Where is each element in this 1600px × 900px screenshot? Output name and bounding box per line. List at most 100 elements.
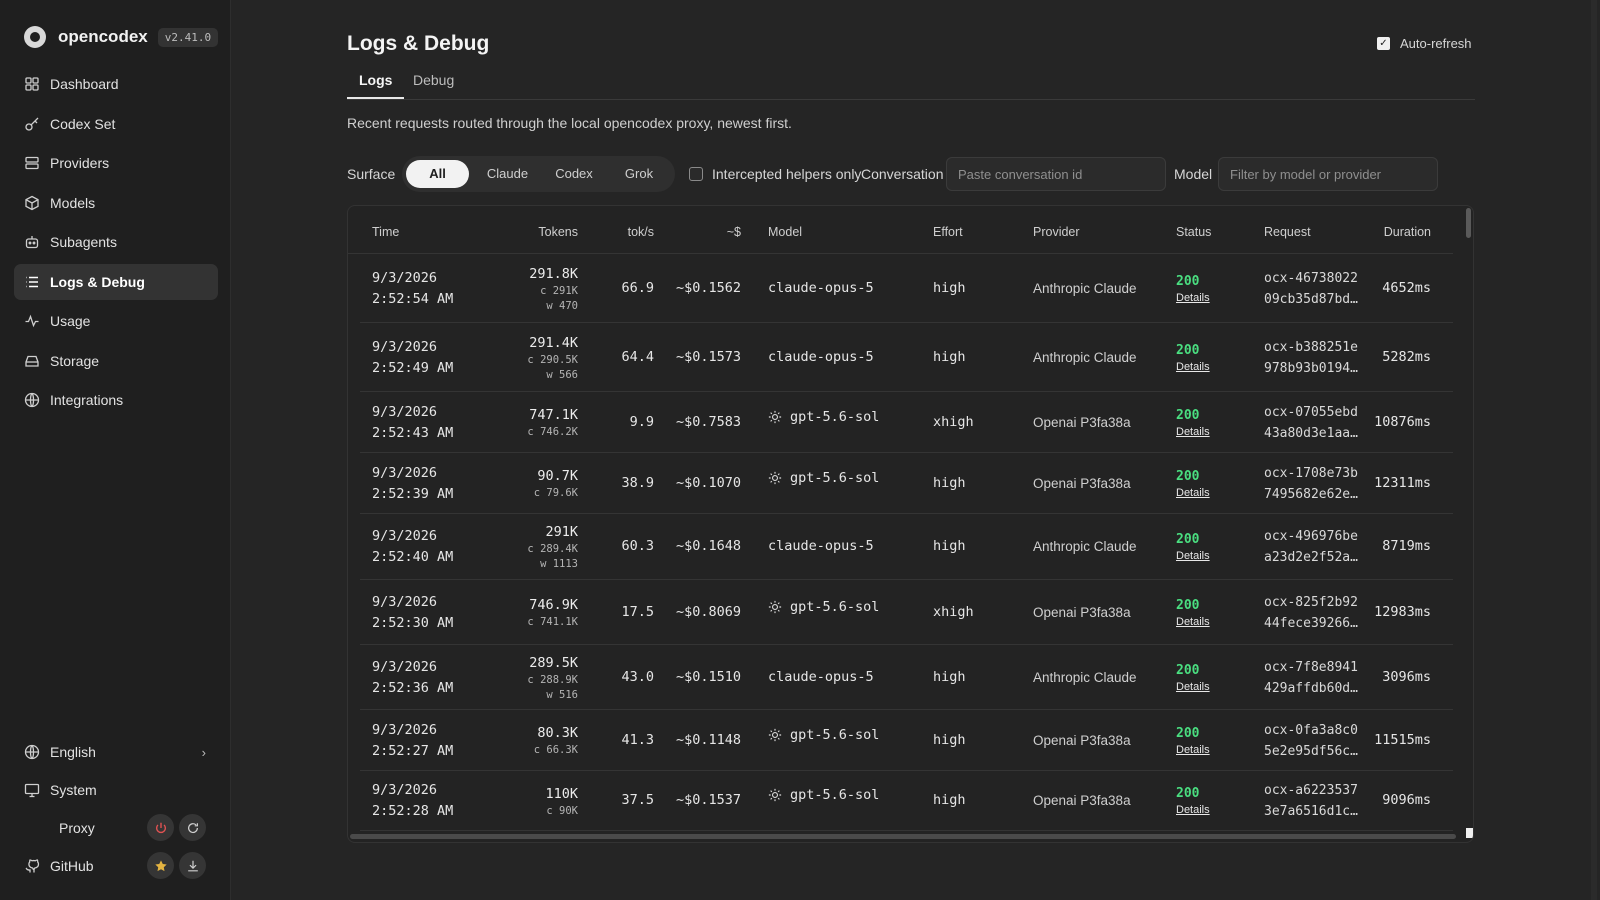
- request-cell: ocx-b388251e 978b93b0194…: [1264, 337, 1358, 379]
- surface-option-grok[interactable]: Grok: [608, 160, 670, 188]
- request-cell: ocx-07055ebd 43a80d3e1aa…: [1264, 402, 1358, 444]
- proxy-restart-button[interactable]: [179, 814, 206, 841]
- duration-cell: 8719ms: [1382, 538, 1431, 554]
- sidebar-item-dashboard[interactable]: Dashboard: [14, 66, 218, 102]
- table-row[interactable]: 9/3/2026 2:52:54 AM 291.8K c 291K w 470 66.9 ~…: [360, 254, 1453, 323]
- model-label: Model: [1174, 166, 1213, 182]
- request-id-line-2: a23d2e2f52a…: [1264, 550, 1358, 565]
- request-id-line-2: 3e7a6516d1c…: [1264, 804, 1358, 819]
- details-link[interactable]: Details: [1176, 487, 1210, 499]
- proxy-power-button[interactable]: [147, 814, 174, 841]
- table-row[interactable]: 9/3/2026 2:52:43 AM 747.1K c 746.2K 9.9 ~$0.7…: [360, 392, 1453, 453]
- details-link[interactable]: Details: [1176, 361, 1210, 373]
- conversation-input[interactable]: [946, 157, 1166, 191]
- details-link[interactable]: Details: [1176, 681, 1210, 693]
- table-row[interactable]: 9/3/2026 2:52:36 AM 289.5K c 288.9K w 516 43.…: [360, 645, 1453, 710]
- github-download-button[interactable]: [179, 852, 206, 879]
- sidebar-item-subagents[interactable]: Subagents: [14, 224, 218, 260]
- sidebar-item-storage[interactable]: Storage: [14, 343, 218, 379]
- details-link[interactable]: Details: [1176, 804, 1210, 816]
- tokens-cell: 747.1K c 746.2K: [498, 405, 578, 440]
- model-cell: claude-opus-5: [768, 538, 874, 554]
- page-scrollbar[interactable]: [1591, 0, 1597, 900]
- provider-cell: Anthropic Claude: [1033, 349, 1137, 365]
- sidebar-item-usage[interactable]: Usage: [14, 303, 218, 339]
- model-cell: gpt-5.6-sol: [768, 409, 879, 425]
- sidebar-item-models[interactable]: Models: [14, 185, 218, 221]
- main-content: Logs & Debug ✓ Auto-refresh Logs Debug R…: [347, 0, 1475, 900]
- github-star-button[interactable]: [147, 852, 174, 879]
- details-link[interactable]: Details: [1176, 616, 1210, 628]
- sun-icon: [768, 471, 782, 485]
- table-row[interactable]: 9/3/2026 2:52:27 AM 80.3K c 66.3K 41.3 ~$0.11…: [360, 710, 1453, 771]
- tokens-cached: c 291K: [540, 284, 578, 297]
- duration-cell: 4652ms: [1382, 279, 1431, 296]
- request-id-line-1: ocx-a6223537: [1264, 783, 1358, 798]
- request-cell: ocx-496976be a23d2e2f52a…: [1264, 526, 1358, 568]
- cost-cell: ~$0.1148: [675, 731, 741, 748]
- sidebar-item-logs-debug[interactable]: Logs & Debug: [14, 263, 218, 300]
- scroll-corner: [1466, 828, 1473, 838]
- tokens-total: 291K: [545, 524, 578, 540]
- horizontal-scrollbar[interactable]: [350, 834, 1456, 839]
- table-row[interactable]: 9/3/2026 2:52:40 AM 291K c 289.4K w 1113 60.3…: [360, 514, 1453, 580]
- tokens-cell: 80.3K c 66.3K: [498, 723, 578, 758]
- tokens-cached: c 746.2K: [527, 426, 578, 438]
- surface-option-codex[interactable]: Codex: [542, 160, 606, 188]
- key-icon: [24, 116, 40, 132]
- details-link[interactable]: Details: [1176, 744, 1210, 756]
- system-label: System: [50, 782, 97, 798]
- table-row[interactable]: 9/3/2026 2:52:30 AM 746.9K c 741.1K 17.5 ~$0.…: [360, 580, 1453, 645]
- vertical-scrollbar[interactable]: [1466, 208, 1471, 238]
- cost-cell: ~$0.1070: [675, 474, 741, 491]
- tab-logs[interactable]: Logs: [347, 72, 405, 99]
- provider-cell: Anthropic Claude: [1033, 539, 1137, 554]
- tokens-cell: 291K c 289.4K w 1113: [498, 522, 578, 572]
- col-duration: Duration: [1383, 225, 1431, 239]
- auto-refresh-toggle[interactable]: ✓ Auto-refresh: [1377, 36, 1472, 51]
- star-icon: [154, 859, 167, 871]
- github-item[interactable]: GitHub: [14, 847, 218, 885]
- tps-cell: 43.0: [621, 668, 654, 685]
- tokens-cached: c 290.5K: [527, 353, 578, 366]
- sidebar: opencodex v2.41.0 Dashboard Codex Set Prov…: [0, 0, 231, 900]
- surface-segmented-control: All Claude Codex Grok: [402, 156, 675, 192]
- request-id-line-1: ocx-825f2b92: [1264, 594, 1358, 610]
- auto-refresh-checkbox[interactable]: ✓: [1377, 37, 1390, 50]
- duration-cell: 5282ms: [1382, 348, 1431, 365]
- details-link[interactable]: Details: [1176, 550, 1210, 562]
- table-row[interactable]: 9/3/2026 2:52:28 AM 110K c 90K 37.5 ~$0.1537 g…: [360, 771, 1453, 831]
- logs-table: Time Tokens tok/s ~$ Model Effort Provid…: [347, 205, 1474, 843]
- tokens-cell: 291.8K c 291K w 470: [498, 264, 578, 314]
- cost-cell: ~$0.8069: [675, 603, 741, 620]
- status-badge: 200: [1176, 725, 1200, 741]
- version-badge: v2.41.0: [157, 27, 219, 47]
- model-name: claude-opus-5: [768, 348, 874, 365]
- surface-option-all[interactable]: All: [406, 160, 469, 188]
- sidebar-item-codex-set[interactable]: Codex Set: [14, 106, 218, 142]
- tps-cell: 66.9: [621, 279, 654, 296]
- intercepted-checkbox[interactable]: [689, 167, 703, 181]
- auto-refresh-label: Auto-refresh: [1400, 36, 1472, 51]
- model-filter-input[interactable]: [1218, 157, 1438, 191]
- table-row[interactable]: 9/3/2026 2:52:49 AM 291.4K c 290.5K w 566 64.…: [360, 323, 1453, 392]
- time-cell: 9/3/2026 2:52:27 AM: [372, 720, 453, 762]
- language-selector[interactable]: English ›: [14, 733, 218, 771]
- time-cell: 9/3/2026 2:52:40 AM: [372, 526, 453, 568]
- sidebar-item-integrations[interactable]: Integrations: [14, 382, 218, 418]
- surface-option-claude[interactable]: Claude: [474, 160, 541, 188]
- tokens-cached: c 66.3K: [533, 744, 578, 756]
- duration-cell: 9096ms: [1382, 792, 1431, 808]
- model-name: claude-opus-5: [768, 538, 874, 554]
- system-item[interactable]: System: [14, 771, 218, 809]
- sidebar-item-providers[interactable]: Providers: [14, 145, 218, 181]
- status-badge: 200: [1176, 662, 1200, 678]
- time-text: 2:52:40 AM: [372, 549, 454, 565]
- tab-debug[interactable]: Debug: [401, 72, 466, 99]
- provider-cell: Openai P3fa38a: [1033, 732, 1131, 748]
- details-link[interactable]: Details: [1176, 292, 1210, 304]
- details-link[interactable]: Details: [1176, 426, 1210, 438]
- download-icon: [187, 860, 198, 871]
- status-badge: 200: [1176, 407, 1200, 423]
- table-row[interactable]: 9/3/2026 2:52:39 AM 90.7K c 79.6K 38.9 ~$0.10…: [360, 453, 1453, 514]
